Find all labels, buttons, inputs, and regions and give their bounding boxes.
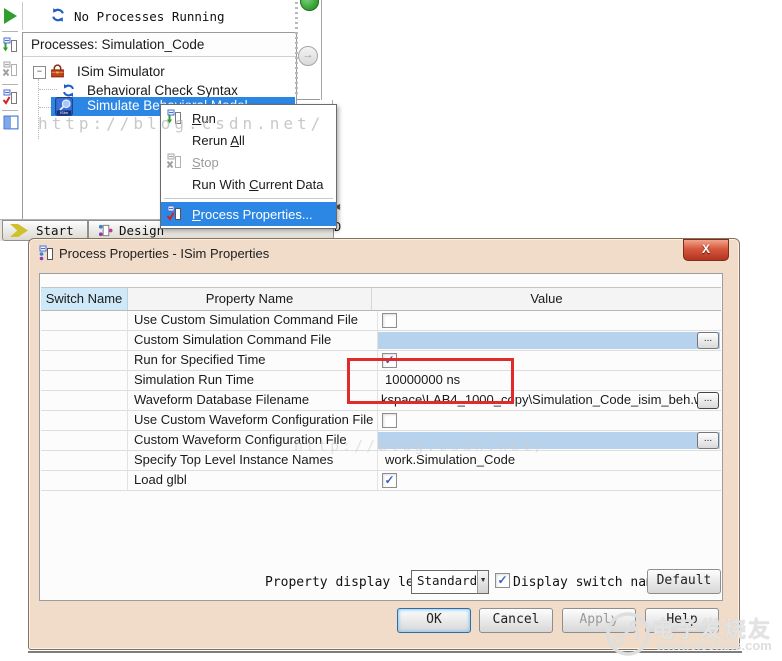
table-row: Use Custom Simulation Command File bbox=[41, 311, 721, 331]
display-level-dropdown[interactable]: Standard ▼ bbox=[411, 570, 489, 594]
tree-connector bbox=[39, 89, 57, 91]
stop-process-icon bbox=[166, 153, 186, 172]
table-row: Custom Simulation Command File ... bbox=[41, 331, 721, 351]
tree-connector bbox=[39, 107, 51, 109]
property-name-cell: Use Custom Simulation Command File bbox=[128, 311, 378, 330]
menu-item-label[interactable]: Run With Current Data bbox=[192, 177, 324, 192]
checkbox-checked[interactable]: ✓ bbox=[382, 473, 397, 488]
property-name-cell: Simulation Run Time bbox=[128, 371, 378, 390]
dropdown-value: Standard bbox=[412, 571, 477, 593]
value-cell bbox=[378, 311, 721, 330]
menu-item-label[interactable]: Rerun All bbox=[192, 133, 245, 148]
menu-item-process-properties[interactable]: Process Properties... bbox=[161, 202, 336, 226]
menu-item-label[interactable]: Process Properties... bbox=[192, 207, 313, 222]
switch-name-cell bbox=[41, 431, 128, 450]
panel-edge bbox=[321, 0, 322, 100]
property-name-cell: Waveform Database Filename bbox=[128, 391, 378, 410]
design-icon bbox=[98, 223, 113, 238]
browse-button[interactable]: ... bbox=[697, 432, 719, 449]
switch-name-cell bbox=[41, 411, 128, 430]
start-arrow-icon bbox=[10, 224, 28, 237]
elecfans-brand-url: www.elecfans.com bbox=[656, 638, 772, 653]
tab-label[interactable]: Design bbox=[119, 223, 164, 238]
menu-item-label: Stop bbox=[192, 155, 219, 170]
toolbar-separator bbox=[2, 31, 18, 32]
elecfans-logo-icon bbox=[604, 610, 652, 658]
browse-button[interactable]: ... bbox=[697, 332, 719, 349]
tree-expander-icon[interactable]: − bbox=[33, 66, 46, 79]
switch-name-cell bbox=[41, 371, 128, 390]
cancel-button[interactable]: Cancel bbox=[479, 608, 553, 633]
divider bbox=[22, 2, 23, 30]
display-switch-names-checkbox[interactable]: ✓ bbox=[495, 573, 510, 588]
dialog-title: Process Properties - ISim Properties bbox=[59, 246, 269, 261]
green-status-icon bbox=[300, 0, 319, 11]
column-header-switch-name[interactable]: Switch Name bbox=[41, 288, 128, 310]
toolbar-separator bbox=[2, 84, 18, 85]
process-status-bar: No Processes Running bbox=[22, 0, 296, 31]
switch-name-cell bbox=[41, 471, 128, 490]
switch-name-cell bbox=[41, 331, 128, 350]
rerun-process-icon[interactable] bbox=[2, 89, 18, 105]
stop-process-icon bbox=[2, 61, 18, 77]
property-name-cell: Load glbl bbox=[128, 471, 378, 490]
chevron-down-icon[interactable]: ▼ bbox=[477, 571, 488, 593]
status-text: No Processes Running bbox=[74, 9, 225, 24]
property-name-cell: Use Custom Waveform Configuration File bbox=[128, 411, 378, 430]
toolbox-icon bbox=[49, 63, 66, 80]
tab-label[interactable]: Start bbox=[36, 223, 74, 238]
switch-name-cell bbox=[41, 451, 128, 470]
switch-name-cell bbox=[41, 391, 128, 410]
value-cell: ✓ bbox=[378, 471, 721, 490]
switch-name-cell bbox=[41, 311, 128, 330]
tree-item-label[interactable]: ISim Simulator bbox=[77, 63, 165, 81]
process-properties-icon bbox=[166, 205, 186, 224]
ok-button[interactable]: OK bbox=[397, 608, 471, 633]
processes-panel-header: Processes: Simulation_Code bbox=[23, 33, 296, 57]
browse-button[interactable]: ... bbox=[697, 392, 719, 409]
process-properties-icon bbox=[38, 245, 54, 261]
value-cell bbox=[378, 411, 721, 430]
table-row: Load glbl ✓ bbox=[41, 471, 721, 491]
run-play-icon[interactable] bbox=[4, 8, 17, 24]
property-name-cell: Custom Simulation Command File bbox=[128, 331, 378, 350]
toolbar-separator bbox=[2, 110, 18, 111]
panel-splitter[interactable] bbox=[295, 2, 298, 94]
file-value-field[interactable] bbox=[378, 332, 720, 349]
column-header-value[interactable]: Value bbox=[372, 288, 721, 310]
elecfans-watermark: 电子发烧友 www.elecfans.com bbox=[598, 610, 782, 658]
column-header-property-name[interactable]: Property Name bbox=[128, 288, 372, 310]
table-row: Use Custom Waveform Configuration File bbox=[41, 411, 721, 431]
refresh-icon bbox=[61, 83, 76, 98]
property-name-cell: Run for Specified Time bbox=[128, 351, 378, 370]
arrow-glyph: → bbox=[303, 49, 314, 61]
checkbox-unchecked[interactable] bbox=[382, 313, 397, 328]
menu-item-stop: Stop bbox=[161, 151, 336, 173]
default-button[interactable]: Default bbox=[647, 569, 721, 594]
csdn-watermark: http://blog.csdn.net/ bbox=[294, 437, 547, 455]
csdn-watermark: http://blog.csdn.net/ bbox=[38, 114, 324, 133]
refresh-icon bbox=[50, 7, 66, 23]
table-header: Switch Name Property Name Value bbox=[41, 288, 721, 311]
menu-item-run-with-current-data[interactable]: Run With Current Data bbox=[161, 173, 336, 195]
menu-separator bbox=[164, 198, 333, 199]
value-cell: ... bbox=[378, 331, 721, 350]
circle-arrow-icon[interactable]: → bbox=[298, 46, 318, 66]
left-toolbar bbox=[0, 0, 21, 238]
close-button[interactable]: X bbox=[683, 239, 729, 261]
columns-view-icon[interactable] bbox=[3, 115, 19, 131]
red-highlight-annotation bbox=[347, 358, 514, 404]
screen: No Processes Running Processes: Simulati… bbox=[0, 0, 782, 661]
switch-name-cell bbox=[41, 351, 128, 370]
divider bbox=[296, 99, 320, 100]
checkbox-unchecked[interactable] bbox=[382, 413, 397, 428]
run-process-icon[interactable] bbox=[2, 37, 18, 53]
